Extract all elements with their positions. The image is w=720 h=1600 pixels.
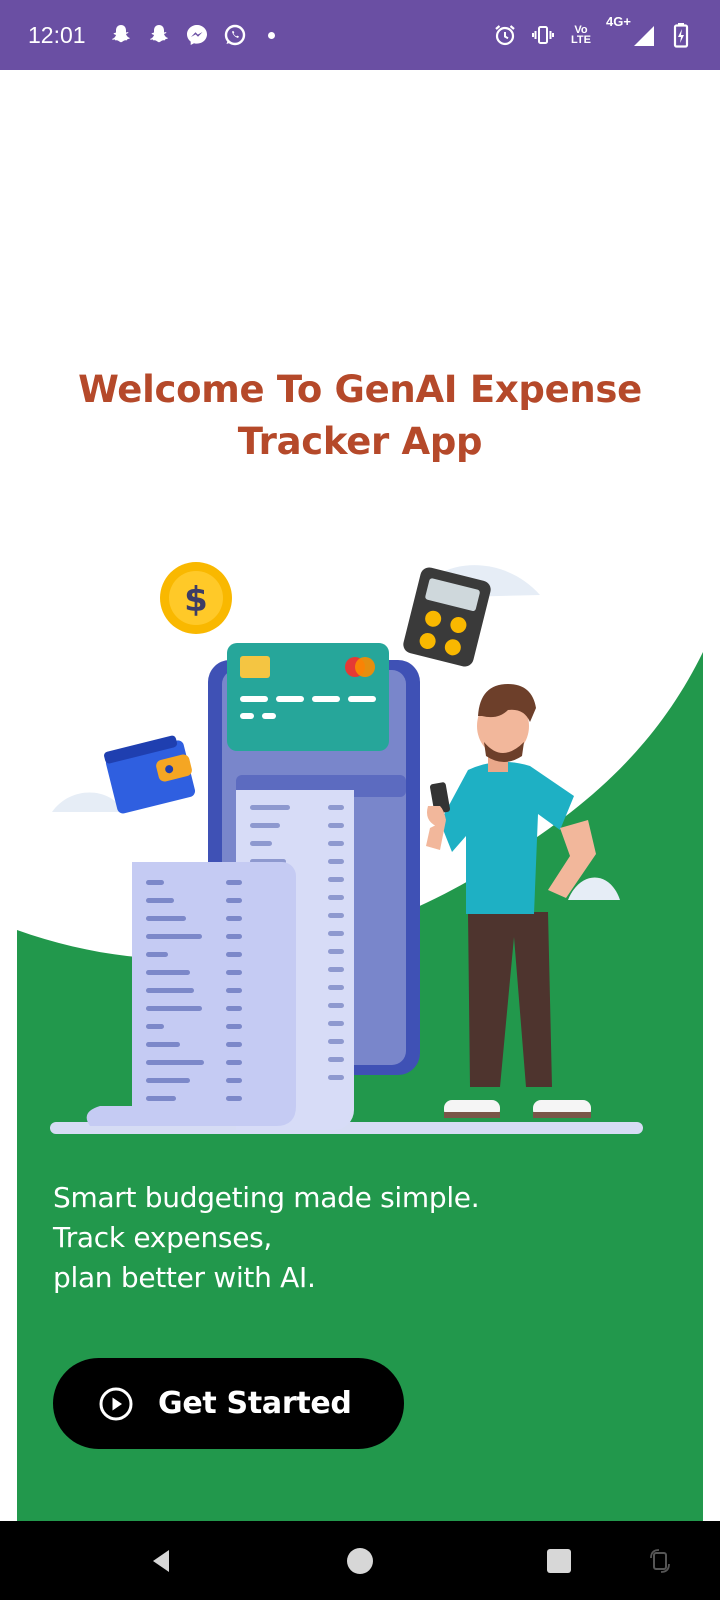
messenger-icon (184, 22, 210, 48)
tagline-line-3: plan better with AI. (53, 1261, 316, 1294)
card-number (312, 696, 340, 702)
calculator-icon (403, 567, 491, 667)
home-icon[interactable] (344, 1545, 376, 1577)
status-right-icons: Vo LTE 4G+ (492, 14, 694, 48)
welcome-title-line-2: Tracker App (237, 420, 483, 463)
navigation-bar (0, 1521, 720, 1600)
get-started-button[interactable]: Get Started (53, 1358, 404, 1449)
whatsapp-icon (222, 22, 248, 48)
wallet-icon (104, 735, 196, 814)
tagline-line-2: Track expenses, (53, 1221, 273, 1254)
snapchat-icon (146, 22, 172, 48)
cloud-shape (52, 792, 124, 812)
coin-symbol: $ (184, 580, 208, 620)
snapchat-icon (108, 22, 134, 48)
status-left-icons (108, 22, 275, 48)
get-started-label: Get Started (158, 1386, 352, 1421)
rotate-icon[interactable] (644, 1545, 676, 1577)
play-circle-icon (98, 1386, 134, 1422)
card-logo-circle (355, 657, 375, 677)
volte-label-bottom: LTE (571, 34, 591, 46)
person-figure (426, 684, 596, 1118)
tagline: Smart budgeting made simple. Track expen… (53, 1178, 673, 1298)
status-time: 12:01 (28, 21, 86, 48)
back-icon[interactable] (145, 1545, 177, 1577)
notification-dot (267, 31, 275, 39)
tagline-line-1: Smart budgeting made simple. (53, 1181, 480, 1214)
volte-icon: Vo LTE (568, 22, 594, 48)
expense-illustration: $ (50, 562, 643, 1134)
card-number (240, 696, 268, 702)
card-name (240, 713, 254, 719)
card-name (262, 713, 276, 719)
card-number (348, 696, 376, 702)
battery-icon (668, 22, 694, 48)
welcome-title: Welcome To GenAI Expense Tracker App (40, 364, 680, 468)
recents-icon[interactable] (543, 1545, 575, 1577)
network-type-label: 4G+ (606, 14, 631, 29)
alarm-icon (492, 22, 518, 48)
4g-signal-icon: 4G+ (606, 14, 656, 48)
welcome-title-line-1: Welcome To GenAI Expense (78, 368, 642, 411)
card-chip (240, 656, 270, 678)
status-bar: 12:01 Vo LTE 4G+ (0, 0, 720, 70)
card-number (276, 696, 304, 702)
vibrate-icon (530, 22, 556, 48)
receipt-front (86, 862, 297, 1126)
